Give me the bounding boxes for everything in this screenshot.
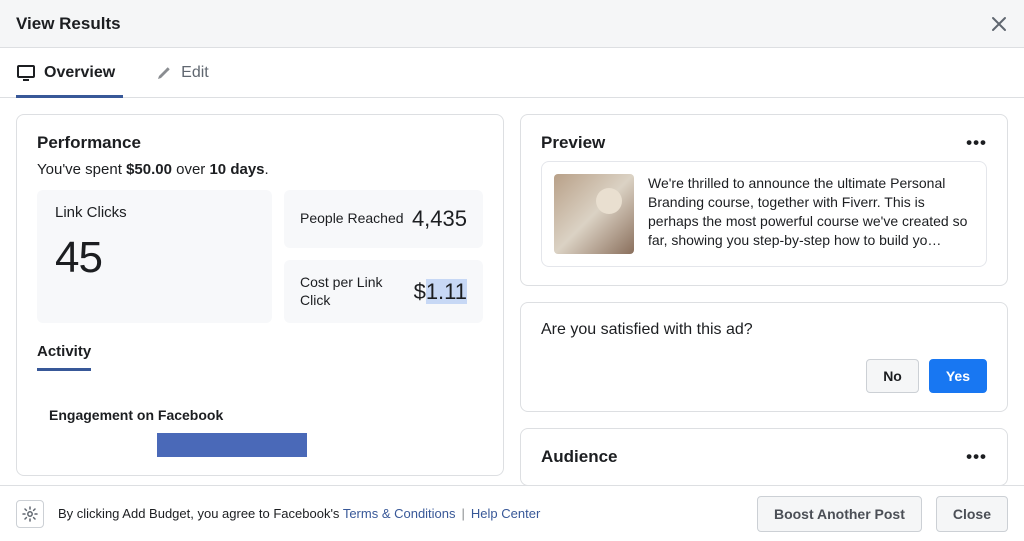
currency-symbol: $ [414, 279, 426, 304]
subtab-activity[interactable]: Activity [37, 343, 91, 371]
spent-amount: $50.00 [126, 161, 172, 178]
gear-icon [22, 506, 38, 522]
close-button[interactable]: Close [936, 496, 1008, 532]
tab-overview[interactable]: Overview [16, 48, 115, 97]
cost-value: 1.11 [426, 279, 467, 304]
performance-card: Performance You've spent $50.00 over 10 … [16, 114, 504, 476]
modal-header: View Results [0, 0, 1024, 48]
satisfaction-question: Are you satisfied with this ad? [541, 321, 987, 339]
performance-title: Performance [37, 133, 483, 153]
audience-card: Audience ••• [520, 428, 1008, 485]
metric-label: Cost per Link Click [300, 274, 410, 309]
satisfaction-card: Are you satisfied with this ad? No Yes [520, 302, 1008, 412]
metric-value: $1.11 [414, 279, 467, 305]
pencil-icon [155, 64, 173, 82]
modal-title: View Results [16, 14, 121, 34]
settings-button[interactable] [16, 500, 44, 528]
spent-days: 10 days [209, 161, 264, 178]
spent-mid: over [172, 161, 210, 178]
spent-prefix: You've spent [37, 161, 126, 178]
tab-label: Edit [181, 64, 209, 82]
more-icon[interactable]: ••• [966, 447, 987, 467]
spent-suffix: . [265, 161, 269, 178]
preview-text: We're thrilled to announce the ultimate … [648, 174, 974, 254]
no-button[interactable]: No [866, 359, 919, 393]
metric-value: 45 [55, 233, 254, 283]
metric-label: People Reached [300, 210, 404, 228]
preview-card: Preview ••• We're thrilled to announce t… [520, 114, 1008, 286]
preview-title: Preview [541, 133, 605, 153]
preview-thumbnail [554, 174, 634, 254]
metric-cost-per-click[interactable]: Cost per Link Click $1.11 [284, 260, 483, 323]
tab-bar: Overview Edit [0, 48, 1024, 98]
separator: | [462, 506, 465, 521]
engagement-bar [157, 433, 307, 457]
audience-title: Audience [541, 447, 618, 467]
footer-prefix: By clicking Add Budget, you agree to Fac… [58, 506, 343, 521]
footer: By clicking Add Budget, you agree to Fac… [0, 485, 1024, 541]
tab-edit[interactable]: Edit [155, 48, 209, 97]
spent-summary: You've spent $50.00 over 10 days. [37, 161, 483, 178]
more-icon[interactable]: ••• [966, 133, 987, 153]
close-icon[interactable] [990, 15, 1008, 33]
help-link[interactable]: Help Center [471, 506, 540, 521]
metric-people-reached[interactable]: People Reached 4,435 [284, 190, 483, 248]
tab-label: Overview [44, 64, 115, 82]
metric-link-clicks[interactable]: Link Clicks 45 [37, 190, 272, 323]
monitor-icon [16, 63, 36, 83]
metric-label: Link Clicks [55, 204, 254, 221]
engagement-title: Engagement on Facebook [49, 407, 483, 423]
preview-content[interactable]: We're thrilled to announce the ultimate … [541, 161, 987, 267]
footer-text: By clicking Add Budget, you agree to Fac… [58, 506, 743, 521]
metric-value: 4,435 [412, 206, 467, 232]
yes-button[interactable]: Yes [929, 359, 987, 393]
terms-link[interactable]: Terms & Conditions [343, 506, 456, 521]
boost-another-post-button[interactable]: Boost Another Post [757, 496, 922, 532]
